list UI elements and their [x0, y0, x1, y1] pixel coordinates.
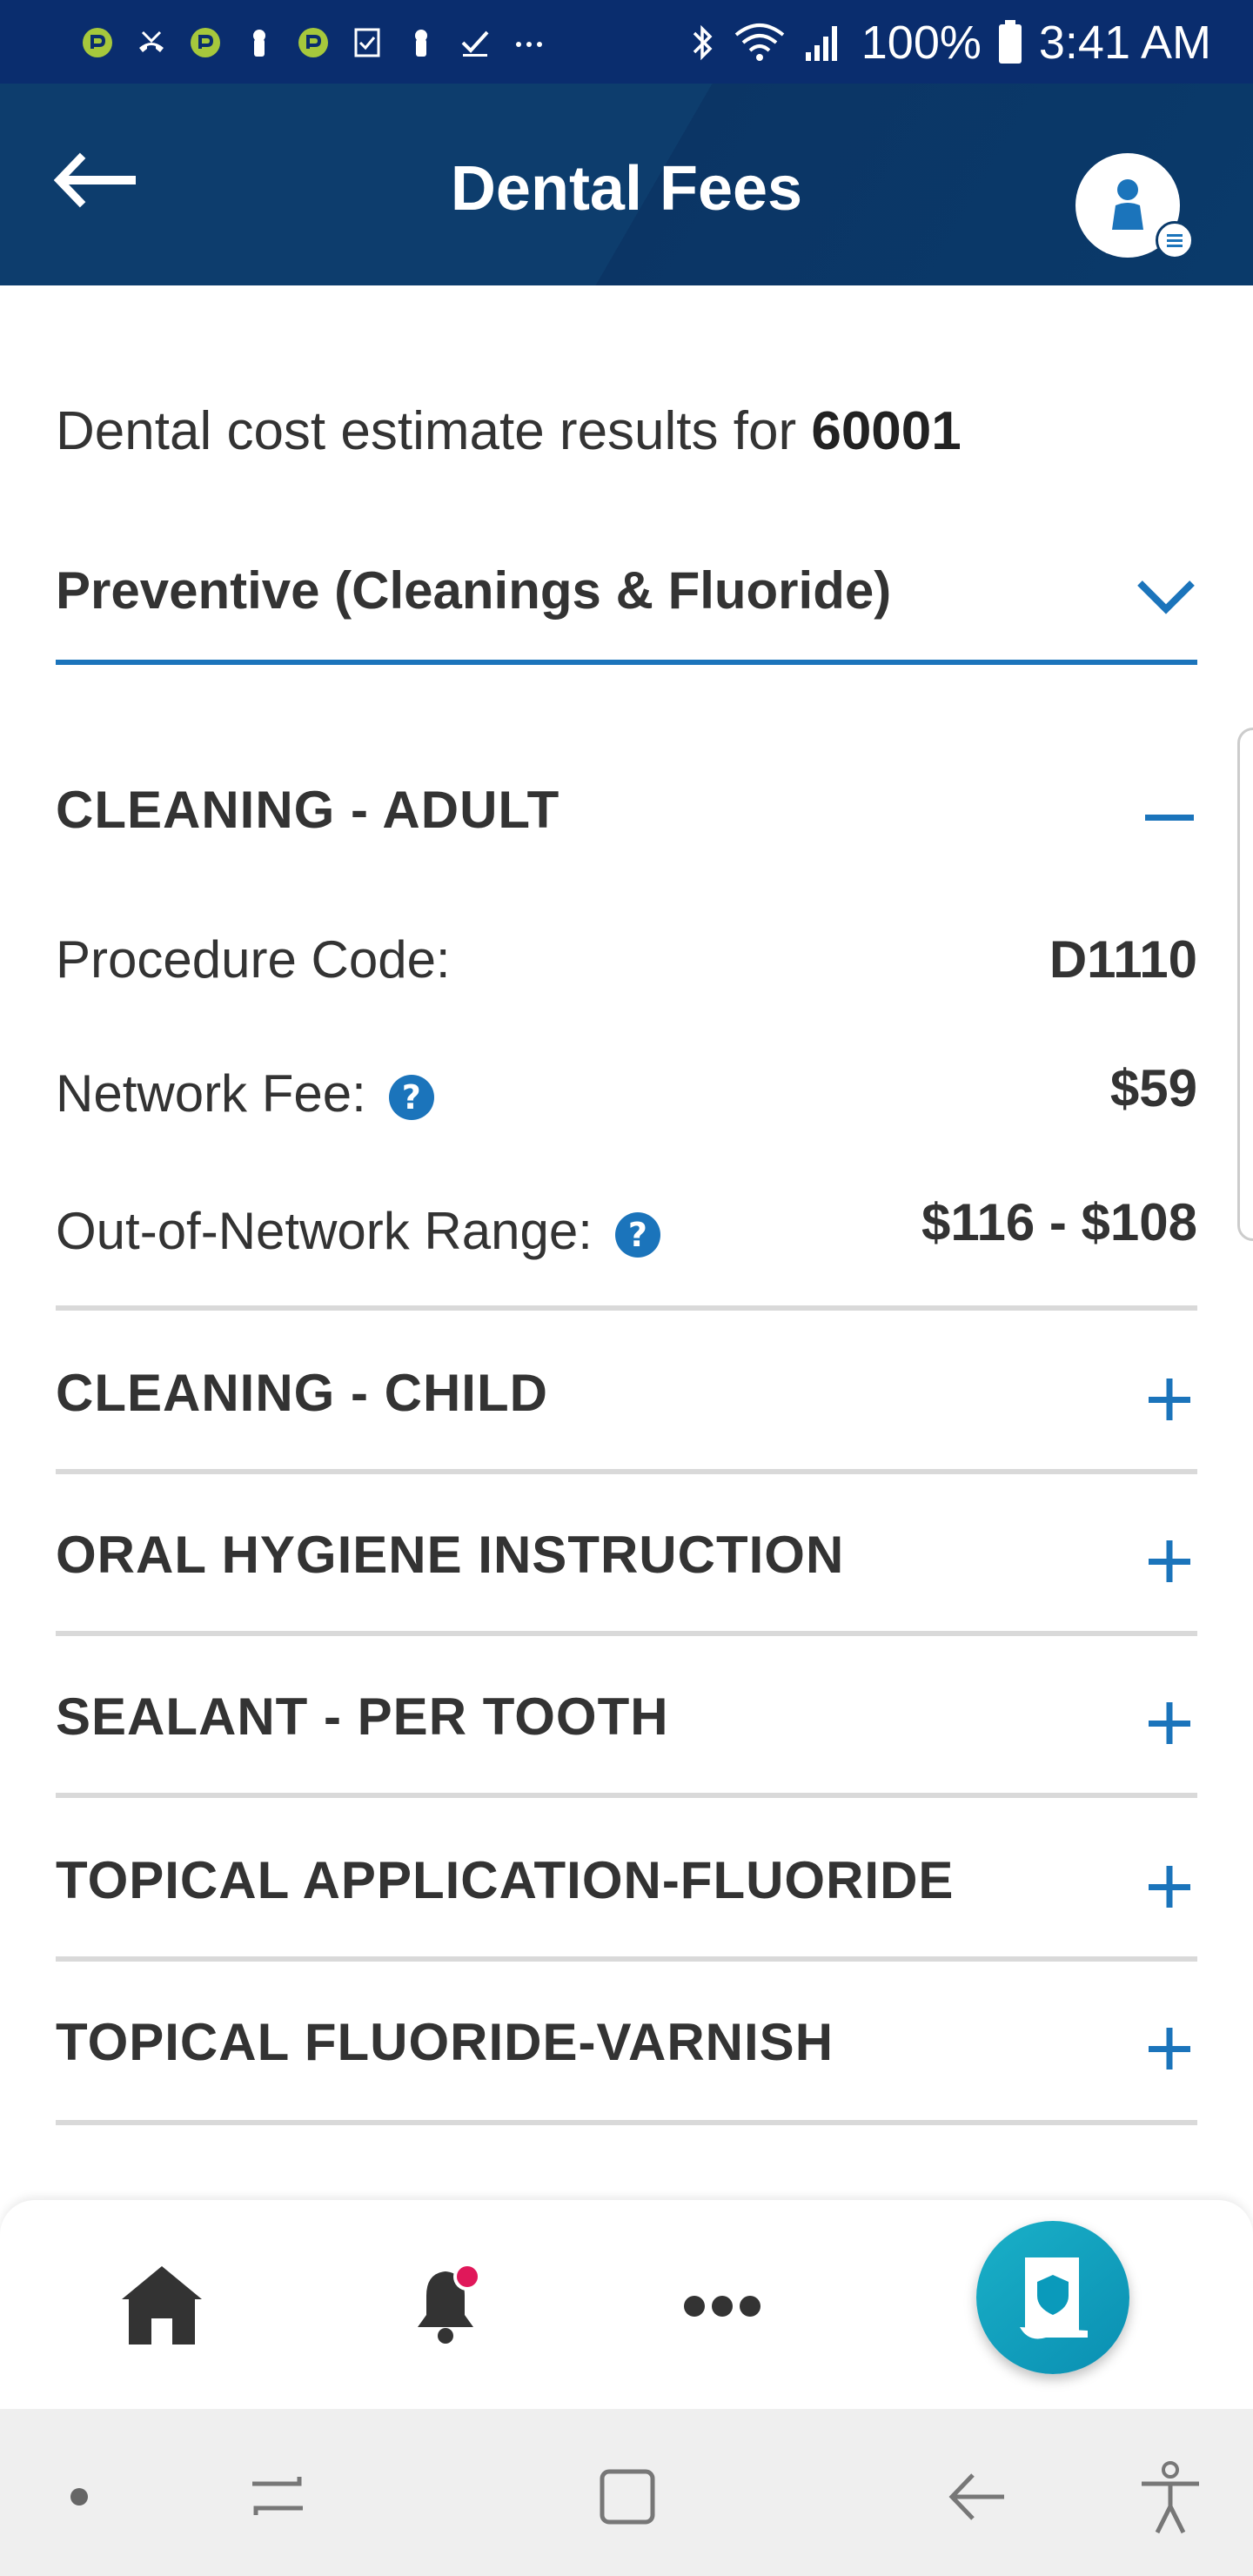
- divider: [56, 1793, 1197, 1798]
- help-icon[interactable]: ?: [388, 1075, 434, 1121]
- keyhole-icon: [253, 30, 265, 57]
- procedure-expanded: CLEANING - ADULT Procedure Code: D1110 N…: [56, 780, 1197, 1302]
- app-icon: [298, 28, 328, 57]
- notification-bell-icon[interactable]: [402, 2261, 489, 2348]
- dot-icon[interactable]: [40, 2458, 118, 2536]
- wifi-icon: [734, 23, 785, 61]
- page-title: Dental Fees: [450, 154, 803, 224]
- oon-range-value: $116 - $108: [921, 1193, 1197, 1251]
- battery-percent: 100%: [861, 17, 982, 69]
- plus-icon[interactable]: [1142, 2021, 1197, 2076]
- divider: [56, 1956, 1197, 1962]
- system-navigation-bar: [0, 2409, 1253, 2576]
- divider: [56, 1305, 1197, 1311]
- menu-lines-icon: [1167, 234, 1183, 247]
- chevron-down-icon: [1137, 580, 1195, 614]
- plus-icon[interactable]: [1142, 1533, 1197, 1589]
- oon-range-row: Out-of-Network Range:?: [56, 1201, 660, 1261]
- signal-icon: [805, 26, 837, 61]
- minus-icon[interactable]: [1142, 783, 1197, 839]
- intro-text: Dental cost estimate results for: [56, 401, 797, 461]
- procedure-title: TOPICAL FLUORIDE-VARNISH: [56, 2013, 834, 2071]
- app-header: Dental Fees: [0, 84, 1253, 285]
- recent-apps-icon[interactable]: [238, 2458, 317, 2536]
- more-dots-icon: [516, 42, 542, 47]
- procedure-collapsed[interactable]: TOPICAL APPLICATION-FLUORIDE: [56, 1850, 1197, 1955]
- home-icon[interactable]: [118, 2261, 205, 2348]
- plus-icon[interactable]: [1142, 1859, 1197, 1915]
- status-bar: 100% 3:41 AM: [0, 0, 1253, 84]
- divider: [56, 2120, 1197, 2125]
- notification-icons: [80, 12, 546, 73]
- home-square-icon[interactable]: [588, 2458, 667, 2536]
- procedure-title: CLEANING - CHILD: [56, 1364, 548, 1422]
- procedure-title: SEALANT - PER TOOTH: [56, 1687, 669, 1746]
- battery-icon: [998, 20, 1022, 64]
- results-intro: Dental cost estimate results for 60001: [56, 400, 962, 462]
- menu-badge[interactable]: [1156, 221, 1194, 259]
- keyhole-icon: [415, 30, 427, 57]
- app-icon: [191, 28, 220, 57]
- procedure-collapsed[interactable]: SEALANT - PER TOOTH: [56, 1687, 1197, 1791]
- clock: 3:41 AM: [1038, 17, 1211, 69]
- divider: [56, 1631, 1197, 1636]
- bluetooth-icon: [693, 24, 713, 61]
- accessibility-icon[interactable]: [1131, 2458, 1209, 2536]
- procedure-title[interactable]: CLEANING - ADULT: [56, 780, 559, 840]
- procedure-collapsed[interactable]: CLEANING - CHILD: [56, 1363, 1197, 1467]
- procedure-code-value: D1110: [1049, 930, 1197, 989]
- more-icon[interactable]: [679, 2280, 766, 2332]
- oon-range-label: Out-of-Network Range:: [56, 1202, 593, 1260]
- network-fee-value: $59: [1109, 1059, 1197, 1117]
- category-selected-value: Preventive (Cleanings & Fluoride): [56, 561, 892, 620]
- notification-dot: [453, 2263, 481, 2291]
- zip-code: 60001: [811, 401, 962, 461]
- check-icon: [461, 30, 489, 57]
- procedure-title: TOPICAL APPLICATION-FLUORIDE: [56, 1851, 955, 1909]
- missed-call-icon: [139, 30, 164, 52]
- plus-icon[interactable]: [1142, 1695, 1197, 1751]
- procedure-collapsed[interactable]: ORAL HYGIENE INSTRUCTION: [56, 1525, 1197, 1629]
- divider: [56, 1469, 1197, 1474]
- procedure-code-label: Procedure Code:: [56, 930, 451, 989]
- help-icon[interactable]: ?: [614, 1212, 660, 1258]
- checklist-icon: [354, 28, 380, 57]
- id-card-icon: [1020, 2257, 1088, 2339]
- id-card-button[interactable]: [976, 2221, 1129, 2374]
- procedure-collapsed[interactable]: TOPICAL FLUORIDE-VARNISH: [56, 2012, 1197, 2116]
- network-fee-label: Network Fee:: [56, 1064, 366, 1123]
- system-status: 100% 3:41 AM: [687, 12, 1211, 73]
- network-fee-row: Network Fee:?: [56, 1063, 434, 1124]
- bottom-navigation: [0, 2200, 1253, 2409]
- plus-icon[interactable]: [1142, 1372, 1197, 1427]
- app-icon: [83, 28, 112, 57]
- category-dropdown[interactable]: Preventive (Cleanings & Fluoride): [56, 557, 1197, 665]
- edge-panel-handle[interactable]: [1237, 728, 1253, 1241]
- back-icon[interactable]: [938, 2458, 1016, 2536]
- procedure-title: ORAL HYGIENE INSTRUCTION: [56, 1526, 845, 1584]
